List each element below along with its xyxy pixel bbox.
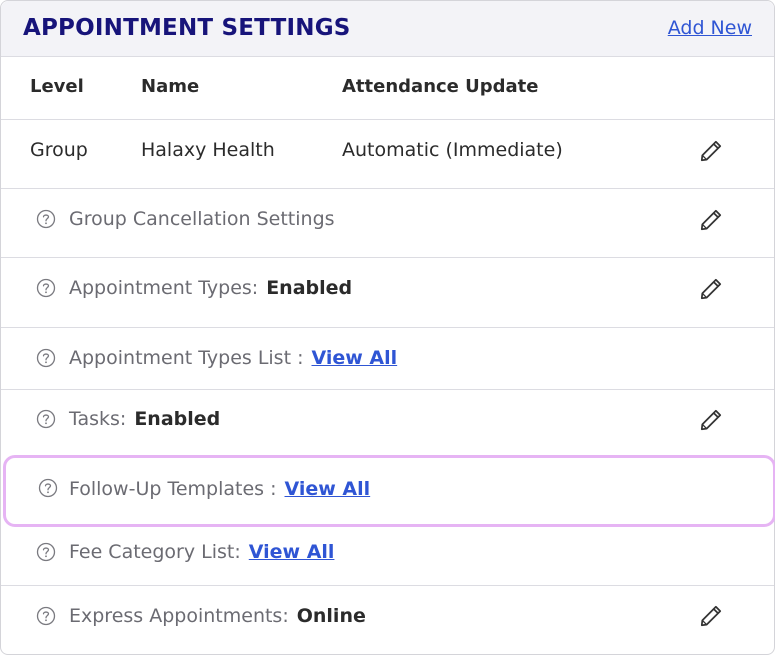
setting-row-appointment-types: Appointment Types: Enabled [1,257,774,327]
setting-label: Fee Category List: View All [69,541,335,563]
setting-label: Appointment Types List : View All [69,347,398,369]
question-circle-icon[interactable] [36,542,56,562]
setting-row-tasks: Tasks: Enabled [1,389,774,450]
setting-label: Tasks: Enabled [69,408,221,430]
column-header-level: Level [30,76,84,97]
setting-row-group-cancellation: Group Cancellation Settings [1,188,774,257]
appointment-settings-card: APPOINTMENT SETTINGS Add New Level Name … [0,0,775,655]
setting-row-express-appointments: Express Appointments: Online [1,585,774,654]
setting-value: Online [296,605,366,627]
column-header-name: Name [141,76,200,97]
table-row-group: Group Halaxy Health Automatic (Immediate… [1,119,774,188]
setting-label: Group Cancellation Settings [69,208,335,230]
add-new-link[interactable]: Add New [668,17,752,39]
setting-label: Express Appointments: Online [69,605,366,627]
question-circle-icon[interactable] [36,348,56,368]
question-circle-icon[interactable] [36,409,56,429]
highlighted-row-follow-up-templates: Follow-Up Templates : View All [3,455,775,527]
pencil-icon[interactable] [698,407,724,433]
group-attendance: Automatic (Immediate) [342,139,563,161]
view-all-link[interactable]: View All [311,347,397,369]
column-header-attendance: Attendance Update [342,76,539,97]
question-circle-icon[interactable] [38,478,58,498]
group-name: Halaxy Health [141,139,275,161]
pencil-icon[interactable] [698,138,724,164]
setting-value: Enabled [134,408,221,430]
card-header: APPOINTMENT SETTINGS Add New [1,1,774,57]
setting-label: Follow-Up Templates : View All [69,478,371,500]
pencil-icon[interactable] [698,207,724,233]
page-title: APPOINTMENT SETTINGS [23,15,351,41]
setting-row-appointment-types-list: Appointment Types List : View All [1,327,774,389]
question-circle-icon[interactable] [36,278,56,298]
setting-value: Enabled [266,277,353,299]
question-circle-icon[interactable] [36,209,56,229]
group-level: Group [30,139,88,161]
view-all-link[interactable]: View All [249,541,335,563]
view-all-link[interactable]: View All [285,478,371,500]
pencil-icon[interactable] [698,603,724,629]
setting-label: Appointment Types: Enabled [69,277,353,299]
setting-row-fee-category-list: Fee Category List: View All [1,523,774,584]
question-circle-icon[interactable] [36,606,56,626]
pencil-icon[interactable] [698,276,724,302]
